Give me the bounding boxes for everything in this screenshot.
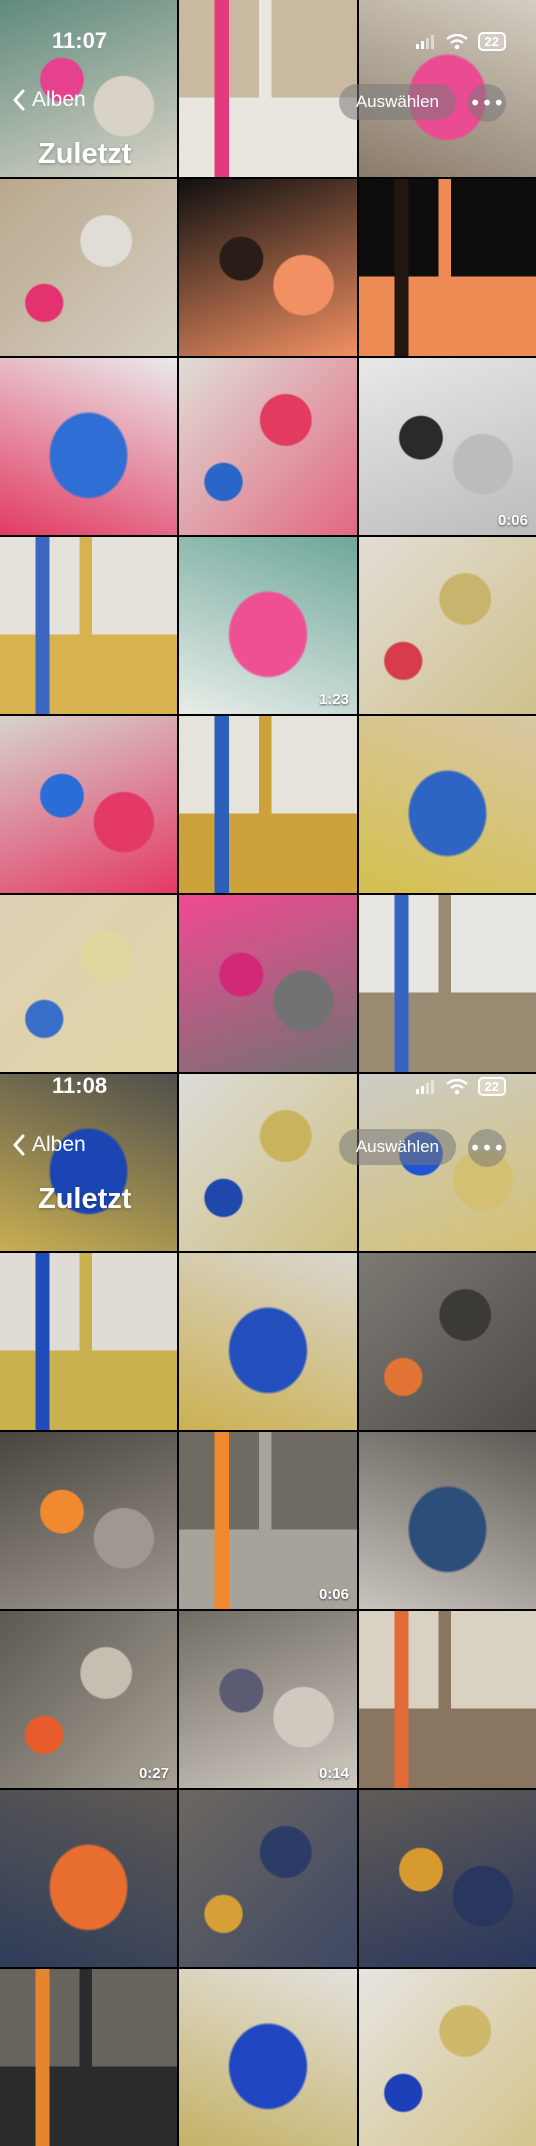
photo-thumbnail[interactable] — [0, 1790, 177, 1967]
chevron-left-icon — [13, 1134, 25, 1156]
status-icons: 22 — [415, 1077, 506, 1096]
photo-thumbnail[interactable] — [0, 716, 177, 893]
select-button[interactable]: Auswählen — [338, 1129, 456, 1165]
photo-thumbnail[interactable] — [179, 358, 357, 535]
battery-indicator: 22 — [477, 32, 506, 51]
photo-thumbnail[interactable] — [0, 1253, 177, 1430]
photo-thumbnail[interactable] — [179, 716, 357, 893]
page-title: Zuletzt — [38, 1183, 132, 1215]
status-icons: 22 — [415, 32, 506, 51]
photo-thumbnail[interactable] — [359, 895, 536, 1072]
photo-thumbnail[interactable] — [179, 895, 357, 1072]
video-duration: 0:06 — [497, 512, 528, 529]
page-title: Zuletzt — [38, 138, 132, 170]
ellipsis-icon: ••• — [469, 91, 505, 115]
video-thumbnail[interactable]: 0:06 — [179, 1432, 357, 1609]
wifi-icon — [445, 1078, 468, 1094]
video-duration: 0:27 — [138, 1765, 169, 1782]
photo-thumbnail[interactable] — [359, 537, 536, 714]
photo-thumbnail[interactable] — [179, 1253, 357, 1430]
back-label: Alben — [32, 1133, 86, 1156]
video-duration: 0:14 — [318, 1765, 349, 1782]
video-thumbnail[interactable]: 0:06 — [359, 358, 536, 535]
wifi-icon — [445, 33, 468, 49]
video-thumbnail[interactable]: 0:27 — [0, 1611, 177, 1788]
back-button[interactable]: Alben — [12, 1133, 86, 1157]
photo-thumbnail[interactable] — [0, 1074, 177, 1251]
photo-thumbnail[interactable] — [0, 537, 177, 714]
photo-thumbnail[interactable] — [179, 0, 357, 177]
signal-icon — [415, 1079, 434, 1094]
photo-thumbnail[interactable] — [359, 1969, 536, 2146]
more-options-button[interactable]: ••• — [468, 84, 506, 122]
photo-thumbnail[interactable] — [179, 1074, 357, 1251]
status-time: 11:07 — [52, 28, 108, 53]
photo-thumbnail[interactable] — [0, 1969, 177, 2146]
battery-indicator: 22 — [477, 1077, 506, 1096]
photo-thumbnail[interactable] — [0, 358, 177, 535]
photo-thumbnail[interactable] — [359, 1432, 536, 1609]
photo-thumbnail[interactable] — [359, 179, 536, 356]
video-thumbnail[interactable]: 0:14 — [179, 1611, 357, 1788]
photo-thumbnail[interactable] — [359, 1790, 536, 1967]
photo-thumbnail[interactable] — [359, 716, 536, 893]
photo-thumbnail[interactable] — [179, 1790, 357, 1967]
photo-thumbnail[interactable] — [359, 1611, 536, 1788]
back-label: Alben — [32, 88, 86, 111]
signal-icon — [415, 34, 434, 49]
photo-thumbnail[interactable] — [0, 1432, 177, 1609]
photo-thumbnail[interactable] — [0, 895, 177, 1072]
photo-thumbnail[interactable] — [179, 179, 357, 356]
video-duration: 0:06 — [318, 1586, 349, 1603]
select-button[interactable]: Auswählen — [338, 84, 456, 120]
chevron-left-icon — [13, 89, 25, 111]
back-button[interactable]: Alben — [12, 88, 86, 112]
photo-thumbnail[interactable] — [359, 1253, 536, 1430]
photo-thumbnail[interactable] — [179, 1969, 357, 2146]
video-duration: 1:23 — [318, 691, 349, 708]
ellipsis-icon: ••• — [469, 1136, 505, 1160]
video-thumbnail[interactable]: 1:23 — [179, 537, 357, 714]
status-time: 11:08 — [52, 1073, 108, 1098]
photo-thumbnail[interactable] — [0, 179, 177, 356]
more-options-button[interactable]: ••• — [468, 1129, 506, 1167]
